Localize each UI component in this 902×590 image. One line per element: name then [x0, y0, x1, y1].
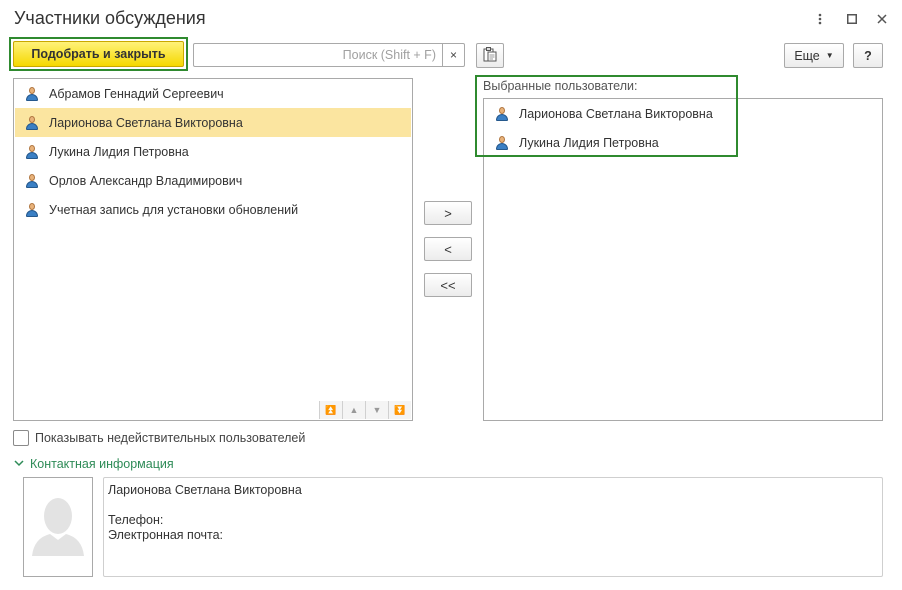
chevron-down-icon: ▼ [825, 51, 834, 60]
user-name: Орлов Александр Владимирович [49, 173, 243, 188]
list-item[interactable]: Лукина Лидия Петровна [15, 137, 411, 166]
more-button[interactable]: Еще ▼ [784, 43, 844, 68]
user-name: Лукина Лидия Петровна [49, 144, 189, 159]
list-item[interactable]: Орлов Александр Владимирович [15, 166, 411, 195]
contact-info-box: Ларионова Светлана Викторовна Телефон: Э… [103, 477, 883, 577]
list-item[interactable]: Абрамов Геннадий Сергеевич [15, 79, 411, 108]
maximize-icon[interactable] [843, 10, 861, 28]
more-vertical-icon[interactable] [811, 10, 829, 28]
scroll-first-icon[interactable]: ⏫ [319, 401, 342, 419]
user-name: Ларионова Светлана Викторовна [49, 115, 243, 130]
more-button-label: Еще [794, 48, 820, 63]
contact-info-toggle[interactable]: Контактная информация [14, 457, 174, 471]
user-icon [25, 115, 39, 130]
add-user-button[interactable]: > [424, 201, 472, 225]
search-clear-button[interactable]: × [443, 43, 465, 67]
list-item[interactable]: Учетная запись для установки обновлений [15, 195, 411, 224]
user-icon [25, 86, 39, 101]
selected-users-highlight [475, 75, 738, 157]
user-photo [23, 477, 93, 577]
user-name: Абрамов Геннадий Сергеевич [49, 86, 224, 101]
window-title: Участники обсуждения [14, 8, 206, 28]
user-icon [25, 173, 39, 188]
scroll-last-icon[interactable]: ⏬ [388, 401, 411, 419]
help-button[interactable]: ? [853, 43, 883, 68]
search-input[interactable] [193, 43, 443, 67]
avatar-placeholder-icon [32, 498, 84, 556]
contact-name: Ларионова Светлана Викторовна [108, 483, 302, 497]
user-name: Учетная запись для установки обновлений [49, 202, 299, 217]
list-item[interactable]: Ларионова Светлана Викторовна [15, 108, 411, 137]
contact-info-header: Контактная информация [30, 457, 174, 471]
user-icon [25, 202, 39, 217]
user-icon [25, 144, 39, 159]
available-users-list[interactable]: Абрамов Геннадий Сергеевич Ларионова Све… [13, 78, 413, 421]
list-navigation: ⏫ ▲ ▼ ⏬ [319, 401, 411, 419]
remove-all-users-button[interactable]: << [424, 273, 472, 297]
clipboard-button[interactable] [476, 43, 504, 68]
select-and-close-button[interactable]: Подобрать и закрыть [13, 41, 184, 67]
remove-user-button[interactable]: < [424, 237, 472, 261]
show-invalid-users-checkbox[interactable] [13, 430, 29, 446]
chevron-down-icon [14, 458, 24, 470]
scroll-down-icon[interactable]: ▼ [365, 401, 388, 419]
phone-label: Телефон: [108, 513, 164, 527]
clipboard-icon [483, 46, 497, 65]
email-label: Электронная почта: [108, 528, 224, 542]
close-icon[interactable] [873, 10, 891, 28]
scroll-up-icon[interactable]: ▲ [342, 401, 365, 419]
show-invalid-users-label: Показывать недействительных пользователе… [35, 431, 306, 445]
